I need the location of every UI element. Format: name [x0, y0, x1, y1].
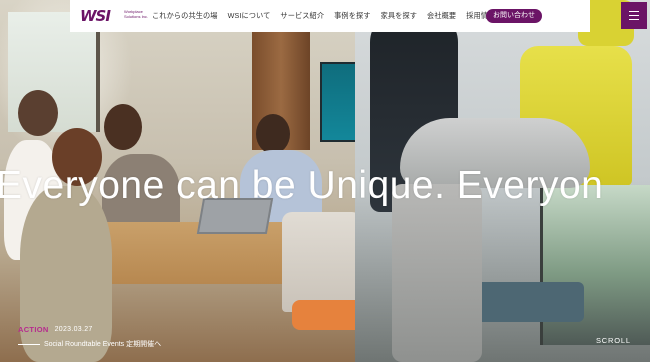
- nav-item-services[interactable]: サービス紹介: [280, 11, 324, 21]
- news-date: 2023.03.27: [54, 325, 93, 333]
- scroll-indicator[interactable]: SCROLL: [596, 336, 631, 345]
- nav-item-kyosei[interactable]: これからの共生の場: [152, 11, 218, 21]
- sofa: [474, 282, 584, 322]
- news-category: ACTION: [18, 324, 49, 334]
- logo-mark: WSI: [80, 7, 111, 25]
- nav-item-company[interactable]: 会社概要: [427, 11, 456, 21]
- grey-stool-base: [392, 184, 482, 362]
- news-title[interactable]: Social Roundtable Events 定期開催へ: [44, 339, 161, 349]
- menu-line: [629, 15, 639, 16]
- nav-item-about[interactable]: WSIについて: [228, 11, 271, 21]
- person-head: [18, 90, 58, 136]
- main-nav: これからの共生の場 WSIについて サービス紹介 事例を探す 家具を探す 会社概…: [152, 0, 505, 32]
- news-headline-row: Social Roundtable Events 定期開催へ: [18, 337, 161, 351]
- hamburger-icon[interactable]: [621, 2, 647, 29]
- site-logo[interactable]: WSI Workplace Solutions Inc.: [80, 7, 148, 25]
- menu-line: [629, 11, 639, 13]
- news-ticker[interactable]: ACTION 2023.03.27 Social Roundtable Even…: [18, 323, 161, 351]
- person-head: [256, 114, 290, 154]
- logo-subtitle: Workplace Solutions Inc.: [124, 9, 149, 19]
- chair: [282, 212, 362, 312]
- hero-tagline: Everyone can be Unique. Everyon: [0, 164, 604, 207]
- nav-item-furniture[interactable]: 家具を探す: [381, 11, 417, 21]
- nav-item-cases[interactable]: 事例を探す: [334, 11, 370, 21]
- site-header: WSI Workplace Solutions Inc. これからの共生の場 W…: [70, 0, 647, 32]
- person-head: [104, 104, 142, 150]
- news-meta: ACTION 2023.03.27: [18, 323, 161, 335]
- news-line-decoration: [18, 343, 40, 345]
- menu-line: [629, 18, 639, 20]
- contact-button[interactable]: お問い合わせ: [486, 9, 542, 23]
